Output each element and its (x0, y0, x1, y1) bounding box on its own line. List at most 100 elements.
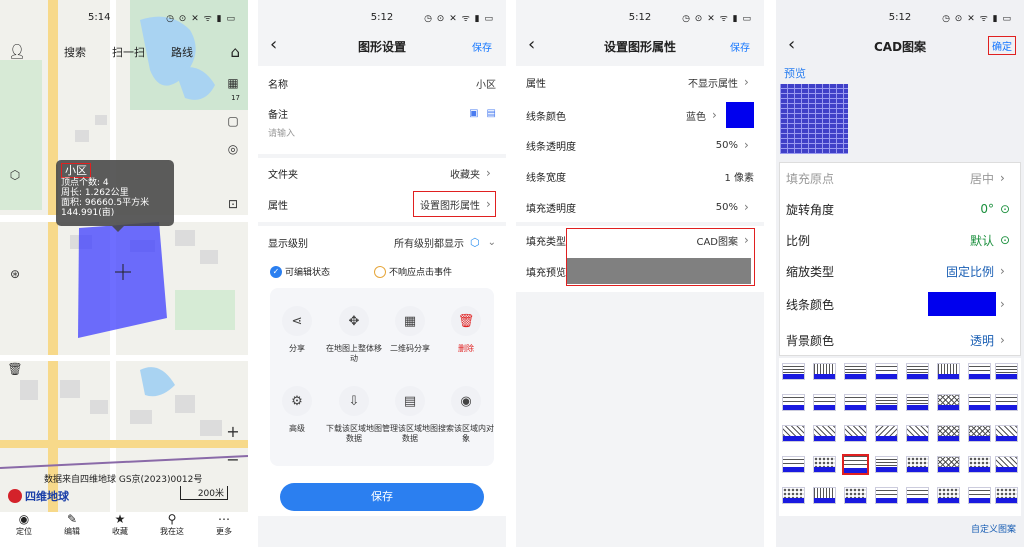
no-click-checkbox[interactable]: 不响应点击事件 (374, 265, 452, 278)
bg-color-row[interactable]: 背景颜色 透明 › (780, 328, 1020, 352)
map-layers-icon[interactable]: ▦ (224, 74, 242, 92)
pattern-option[interactable] (906, 363, 929, 380)
pattern-option[interactable] (875, 487, 898, 504)
pattern-option[interactable] (813, 487, 836, 504)
search-button[interactable]: 搜索 (64, 44, 86, 60)
nav-locate[interactable]: ◉ 定位 (16, 512, 32, 547)
share-button[interactable]: ⋖ 分享 (267, 306, 327, 354)
scale-row[interactable]: 比例 默认 ⊙ (780, 228, 1020, 252)
search-region-button[interactable]: ◉ 搜索该区域内对象 (436, 386, 496, 444)
zoom-out-button[interactable]: − (224, 450, 242, 469)
fill-opacity-value: 50% (715, 201, 738, 213)
camera-icon[interactable]: ◎ (224, 140, 242, 158)
pattern-option[interactable] (782, 487, 805, 504)
pattern-option[interactable] (937, 394, 960, 411)
folder-row[interactable]: 文件夹 收藏夹 › (258, 162, 506, 184)
pattern-option[interactable] (782, 394, 805, 411)
attribute-display-row[interactable]: 属性 不显示属性 › (516, 72, 764, 92)
pattern-option[interactable] (968, 487, 991, 504)
pattern-option[interactable] (937, 363, 960, 380)
pattern-option[interactable] (844, 487, 867, 504)
pattern-option[interactable] (875, 456, 898, 473)
note-input[interactable]: 请输入 (268, 126, 295, 139)
nav-more[interactable]: ⋯ 更多 (216, 512, 232, 547)
pattern-option[interactable] (844, 425, 867, 442)
cube-icon[interactable]: ⬡ (6, 166, 24, 184)
pattern-option[interactable] (968, 456, 991, 473)
nav-i-am-here[interactable]: ⚲ 我在这 (160, 512, 184, 547)
pattern-option[interactable] (875, 425, 898, 442)
custom-pattern-link[interactable]: 自定义图案 (971, 522, 1016, 535)
pattern-option[interactable] (782, 425, 805, 442)
pattern-option[interactable] (995, 487, 1018, 504)
line-color-swatch[interactable] (726, 102, 754, 128)
nav-favorite[interactable]: ★ 收藏 (112, 512, 128, 547)
pattern-option[interactable] (968, 363, 991, 380)
locate-tool-icon[interactable]: ⊡ (224, 195, 242, 213)
pattern-option[interactable] (844, 363, 867, 380)
pattern-option[interactable] (995, 394, 1018, 411)
qr-share-button[interactable]: ▦ 二维码分享 (380, 306, 440, 354)
pattern-option[interactable] (813, 363, 836, 380)
user-icon[interactable]: 👤︎ (8, 44, 32, 60)
line-color-row[interactable]: 线条颜色 › (780, 291, 1020, 317)
line-opacity-row[interactable]: 线条透明度 50% › (516, 135, 764, 155)
shape-attributes-screen: 5:12 ◷ ⊙ ✕ ᯤ ▮ ▭ ‹ 设置图形属性 保存 属性 不显示属性 › 线条… (516, 0, 764, 547)
image-icon[interactable]: ▣ (469, 108, 478, 119)
trash-icon[interactable]: 🗑︎ (6, 360, 24, 378)
pattern-option[interactable] (813, 394, 836, 411)
save-link[interactable]: 保存 (730, 39, 750, 54)
pattern-option[interactable] (813, 456, 836, 473)
zoom-type-row[interactable]: 缩放类型 固定比例 › (780, 259, 1020, 283)
measure-icon[interactable]: ▢ (224, 112, 242, 130)
pattern-option[interactable] (813, 425, 836, 442)
name-row[interactable]: 名称 小区 (258, 72, 506, 94)
pattern-option[interactable] (906, 394, 929, 411)
bg-color-label: 背景颜色 (786, 333, 835, 348)
pattern-option[interactable] (995, 456, 1018, 473)
move-button[interactable]: ✥ 在地图上整体移动 (324, 306, 384, 364)
pattern-option[interactable] (844, 394, 867, 411)
pattern-option[interactable] (906, 425, 929, 442)
pattern-option[interactable] (937, 456, 960, 473)
save-button[interactable]: 保存 (280, 483, 484, 511)
line-color-swatch[interactable] (928, 292, 996, 316)
delete-button[interactable]: 🗑︎ 删除 (436, 306, 496, 354)
pattern-option[interactable] (875, 363, 898, 380)
manage-region-button[interactable]: ▤ 管理该区域地图数据 (380, 386, 440, 444)
shape-popup[interactable]: 小区 顶点个数: 4 周长: 1.262公里 面积: 96660.5平方米 14… (56, 160, 174, 226)
map-canvas[interactable] (0, 0, 248, 547)
pattern-option[interactable] (782, 363, 805, 380)
line-color-label: 线条颜色 (786, 297, 835, 312)
confirm-link[interactable]: 确定 (988, 36, 1016, 55)
editable-checkbox[interactable]: ✓ 可编辑状态 (270, 265, 330, 278)
fill-opacity-row[interactable]: 填充透明度 50% › (516, 197, 764, 217)
pattern-option[interactable] (782, 456, 805, 473)
share-map-icon[interactable]: ⊛ (6, 265, 24, 283)
display-level-row[interactable]: 显示级别 所有级别都显示 ⬡ ⌄ (258, 232, 506, 252)
pattern-option[interactable] (937, 425, 960, 442)
route-button[interactable]: 路线 (171, 44, 193, 60)
pattern-option-selected[interactable] (842, 454, 869, 475)
rotation-row[interactable]: 旋转角度 0° ⊙ (780, 197, 1020, 221)
download-region-button[interactable]: ⇩ 下载该区域地图数据 (324, 386, 384, 444)
line-color-row[interactable]: 线条颜色 蓝色 › (516, 101, 764, 129)
home-icon[interactable]: ⌂ (230, 43, 240, 61)
pattern-option[interactable] (995, 425, 1018, 442)
line-width-row[interactable]: 线条宽度 1 像素 (516, 166, 764, 186)
pattern-option[interactable] (906, 487, 929, 504)
pattern-option[interactable] (968, 425, 991, 442)
nav-edit[interactable]: ✎ 编辑 (64, 512, 80, 547)
pattern-option[interactable] (937, 487, 960, 504)
scan-button[interactable]: 扫一扫 (112, 44, 145, 60)
pattern-option[interactable] (995, 363, 1018, 380)
move-icon: ✥ (339, 306, 369, 336)
pattern-option[interactable] (968, 394, 991, 411)
save-link[interactable]: 保存 (472, 39, 492, 54)
pattern-option[interactable] (875, 394, 898, 411)
advanced-button[interactable]: ⚙ 高级 (267, 386, 327, 434)
doc-icon[interactable]: ▤ (487, 108, 496, 119)
fill-origin-row[interactable]: 填充原点 居中 › (780, 166, 1020, 190)
pattern-option[interactable] (906, 456, 929, 473)
zoom-in-button[interactable]: + (224, 422, 242, 441)
